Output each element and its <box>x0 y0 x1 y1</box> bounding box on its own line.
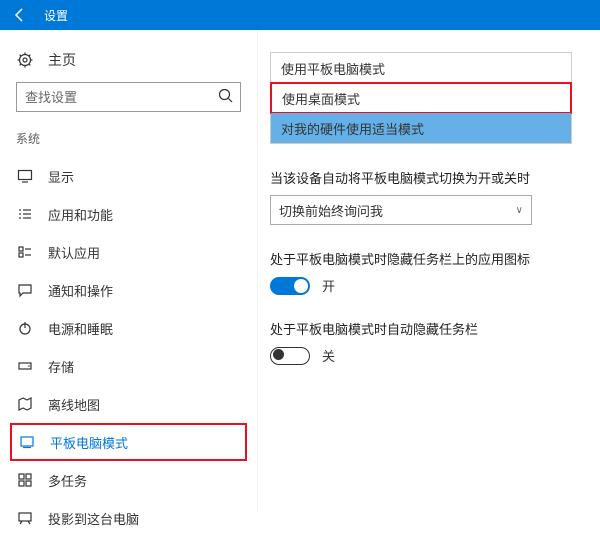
power-icon <box>16 320 34 336</box>
sidebar-item-label: 投影到这台电脑 <box>34 509 139 528</box>
auto-switch-label: 当该设备自动将平板电脑模式切换为开或关时 <box>270 168 588 187</box>
sidebar-item-multitask[interactable]: 多任务 <box>10 461 247 499</box>
sidebar-item-label: 平板电脑模式 <box>36 433 128 452</box>
defaults-icon <box>16 244 34 260</box>
sidebar-item-default-apps[interactable]: 默认应用 <box>10 233 247 271</box>
sidebar-item-label: 多任务 <box>34 471 87 490</box>
monitor-icon <box>16 168 34 184</box>
signin-mode-dropdown[interactable]: 使用平板电脑模式 使用桌面模式 对我的硬件使用适当模式 <box>270 52 572 144</box>
sidebar-item-label: 存储 <box>34 357 74 376</box>
sidebar-item-label: 显示 <box>34 167 74 186</box>
sidebar-item-label: 通知和操作 <box>34 281 113 300</box>
dropdown-option-appropriate[interactable]: 对我的硬件使用适当模式 <box>271 113 571 143</box>
sidebar-item-maps[interactable]: 离线地图 <box>10 385 247 423</box>
toggle-state-label: 开 <box>322 276 335 295</box>
sidebar-item-tablet-mode[interactable]: 平板电脑模式 <box>10 423 247 461</box>
list-icon <box>16 206 34 222</box>
message-icon <box>16 282 34 298</box>
hide-app-icons-label: 处于平板电脑模式时隐藏任务栏上的应用图标 <box>270 249 588 268</box>
app-title: 设置 <box>40 7 68 24</box>
back-button[interactable] <box>0 0 40 30</box>
map-icon <box>16 396 34 412</box>
sidebar-item-apps[interactable]: 应用和功能 <box>10 195 247 233</box>
titlebar: 设置 <box>0 0 600 30</box>
sidebar-home[interactable]: 主页 <box>10 44 247 82</box>
dropdown-option-tablet[interactable]: 使用平板电脑模式 <box>271 53 571 83</box>
auto-hide-taskbar-toggle[interactable] <box>270 347 310 365</box>
sidebar: 主页 系统 显示 应用和功能 默认应用 通知和操作 电源和睡眠 <box>0 30 258 513</box>
combo-value: 切换前始终询问我 <box>279 201 383 220</box>
sidebar-item-label: 应用和功能 <box>34 205 113 224</box>
dropdown-option-desktop[interactable]: 使用桌面模式 <box>270 82 572 114</box>
sidebar-item-display[interactable]: 显示 <box>10 157 247 195</box>
search-icon <box>217 87 235 105</box>
sidebar-home-label: 主页 <box>34 50 76 70</box>
storage-icon <box>16 358 34 374</box>
sidebar-item-project[interactable]: 投影到这台电脑 <box>10 499 247 537</box>
auto-switch-combo[interactable]: 切换前始终询问我 ∨ <box>270 195 532 225</box>
sidebar-item-notifications[interactable]: 通知和操作 <box>10 271 247 309</box>
main-panel: 使用平板电脑模式 使用桌面模式 对我的硬件使用适当模式 当该设备自动将平板电脑模… <box>258 30 600 513</box>
search-wrap <box>16 82 241 112</box>
chevron-down-icon: ∨ <box>516 205 523 216</box>
toggle-state-label: 关 <box>322 346 335 365</box>
project-icon <box>16 510 34 526</box>
sidebar-item-power[interactable]: 电源和睡眠 <box>10 309 247 347</box>
auto-hide-taskbar-label: 处于平板电脑模式时自动隐藏任务栏 <box>270 319 588 338</box>
search-input[interactable] <box>16 82 241 112</box>
sidebar-item-label: 默认应用 <box>34 243 100 262</box>
hide-app-icons-toggle[interactable] <box>270 277 310 295</box>
sidebar-category: 系统 <box>10 126 247 157</box>
multitask-icon <box>16 472 34 488</box>
sidebar-item-label: 电源和睡眠 <box>34 319 113 338</box>
tablet-icon <box>18 434 36 450</box>
sidebar-item-label: 离线地图 <box>34 395 100 414</box>
sidebar-item-storage[interactable]: 存储 <box>10 347 247 385</box>
gear-icon <box>16 52 34 68</box>
